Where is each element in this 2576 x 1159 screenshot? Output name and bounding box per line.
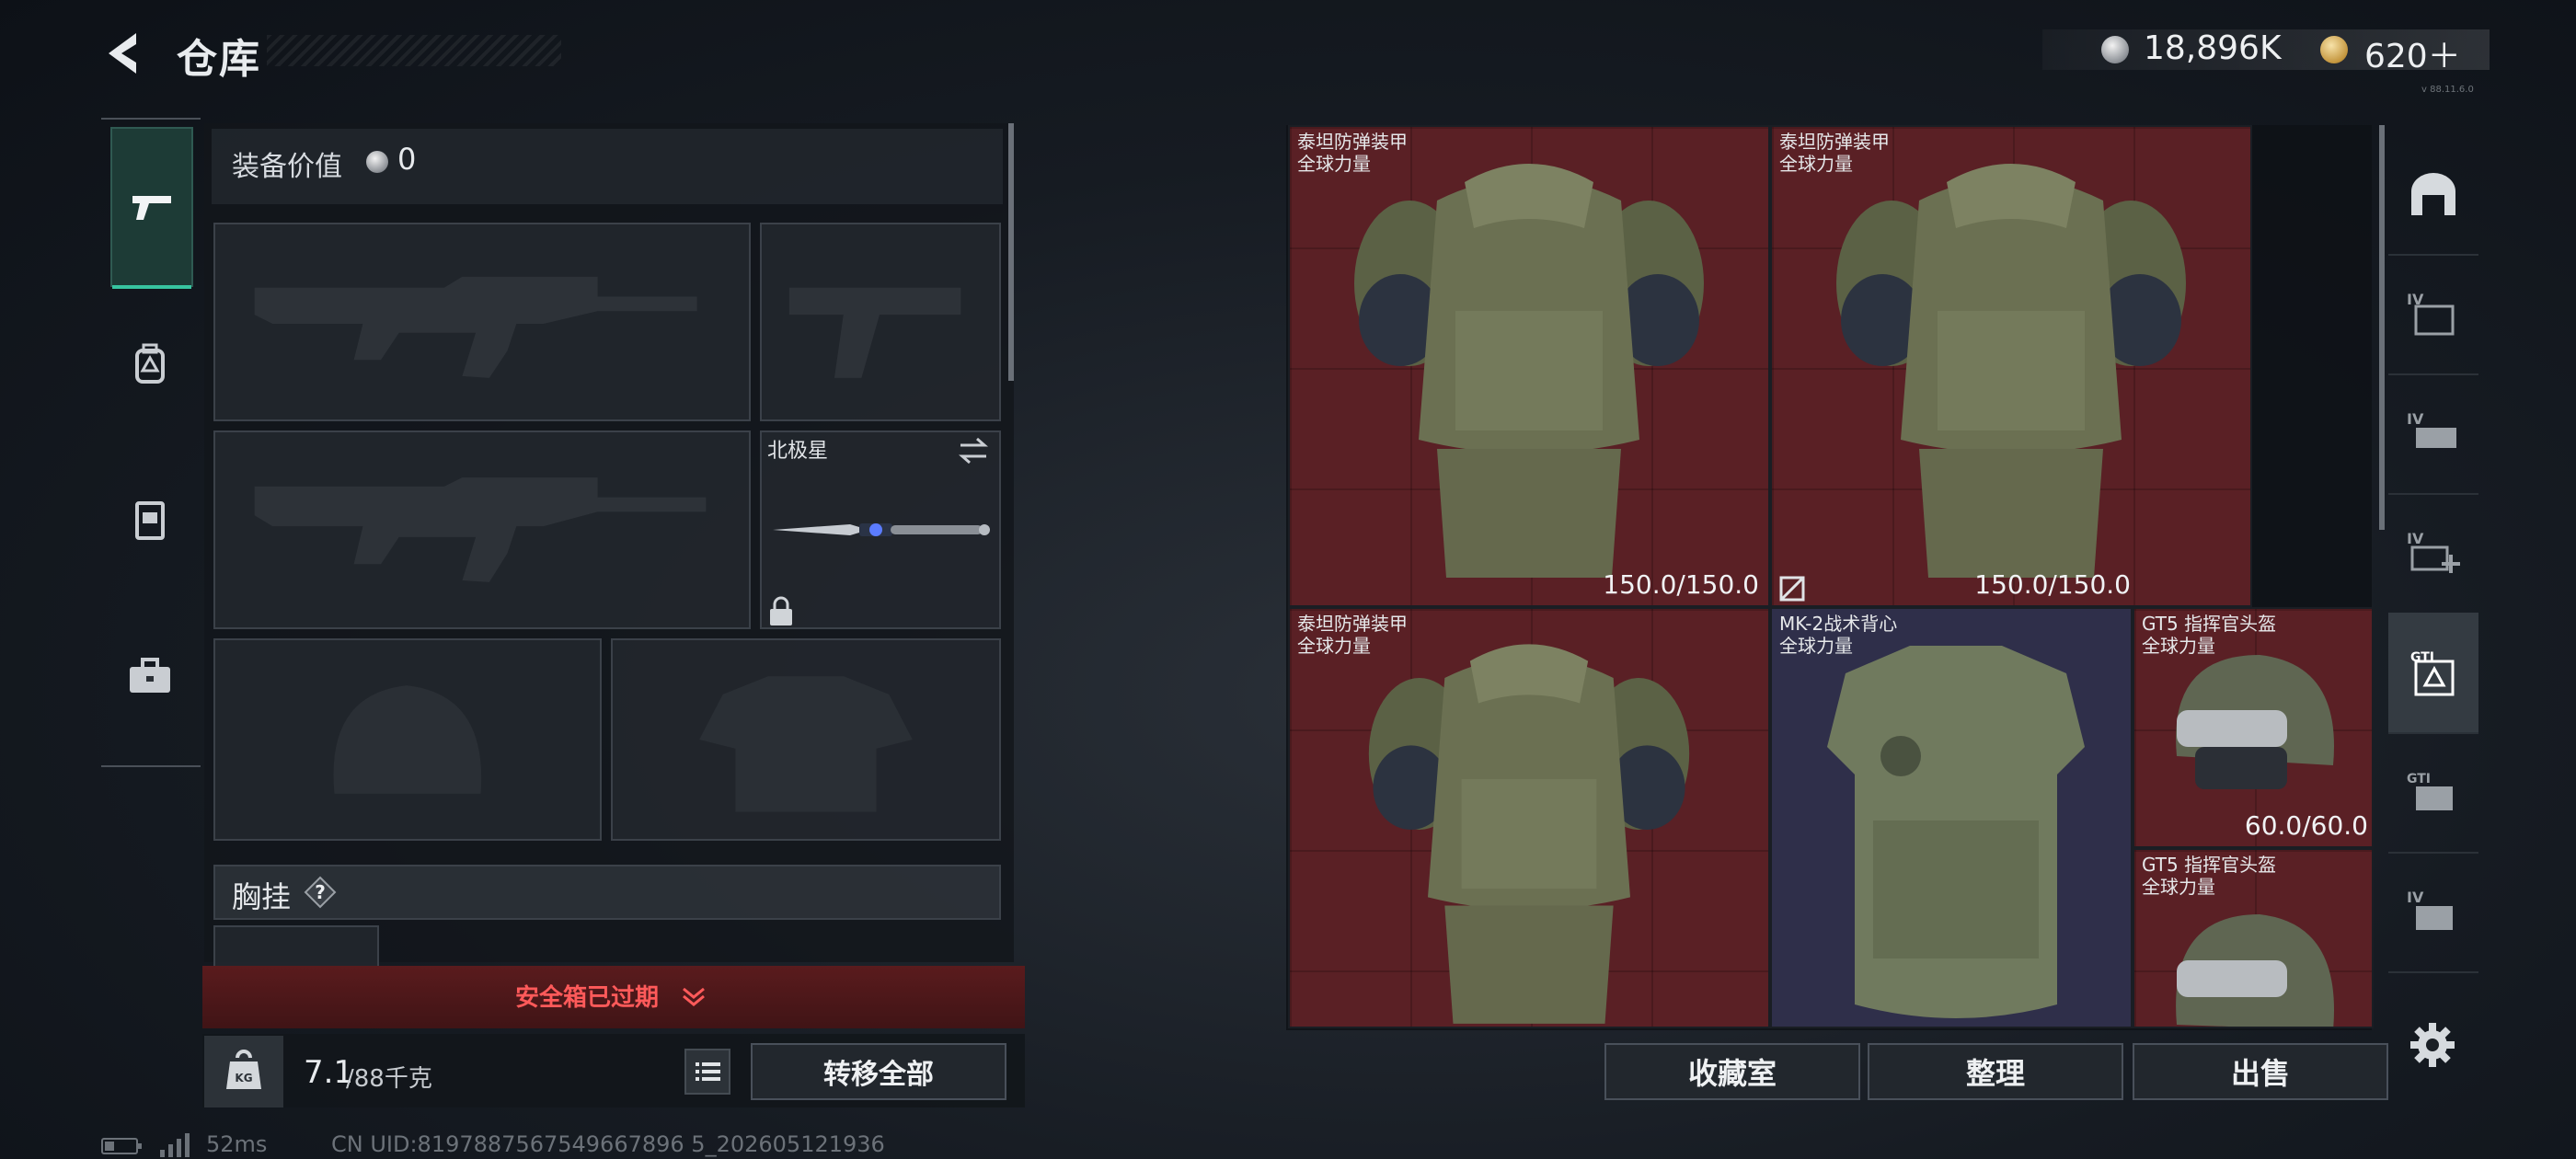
briefcase-icon bbox=[130, 658, 170, 693]
svg-text:GTI: GTI bbox=[2407, 772, 2431, 786]
rifle-silhouette-icon bbox=[254, 477, 707, 582]
pistol-silhouette-icon bbox=[788, 287, 961, 378]
tactical-vest-icon bbox=[1827, 646, 2085, 1018]
helmet-silhouette-icon bbox=[333, 685, 482, 794]
storage-tier-icon: IV bbox=[2407, 889, 2453, 930]
safe-box-status: 安全箱已过期 bbox=[515, 984, 660, 1012]
premium-currency-icon bbox=[2320, 36, 2348, 63]
storage-tier-icon: IV bbox=[2407, 410, 2456, 448]
pistol-icon bbox=[132, 196, 171, 220]
armor-slot[interactable] bbox=[611, 638, 1001, 841]
warehouse-tab-4b[interactable]: IV bbox=[2388, 373, 2478, 495]
title-decoration bbox=[267, 35, 561, 66]
item-name: MK-2战术背心 bbox=[1779, 613, 1898, 635]
warehouse-item[interactable]: GT5 指挥官头盔 全球力量 60.0/60.0 bbox=[2133, 607, 2374, 848]
version-text: v 88.11.6.0 bbox=[2421, 85, 2474, 95]
pistol-slot[interactable] bbox=[760, 223, 1001, 421]
list-view-button[interactable] bbox=[684, 1049, 730, 1095]
warehouse-tab-4[interactable]: IV bbox=[2388, 254, 2478, 375]
primary-weapon-slot-1[interactable] bbox=[213, 223, 751, 421]
transfer-all-button[interactable]: 转移全部 bbox=[751, 1043, 1006, 1100]
armor-silhouette-icon bbox=[699, 676, 913, 812]
melee-name: 北极星 bbox=[767, 440, 829, 463]
item-durability: 60.0/60.0 bbox=[2244, 810, 2368, 841]
warehouse-scrollbar[interactable] bbox=[2379, 125, 2385, 530]
warehouse-tab-gt2[interactable]: GTI bbox=[2388, 732, 2478, 854]
helmet-slot[interactable] bbox=[213, 638, 602, 841]
chevron-down-icon bbox=[683, 987, 705, 1006]
storage-tier-icon: GTI bbox=[2407, 772, 2453, 810]
body-armor-icon bbox=[1836, 164, 2186, 578]
collection-room-button[interactable]: 收藏室 bbox=[1604, 1043, 1860, 1100]
svg-text:IV: IV bbox=[2407, 889, 2424, 906]
coin-icon bbox=[2101, 36, 2129, 63]
svg-text:?: ? bbox=[315, 881, 326, 903]
warehouse-item[interactable]: GT5 指挥官头盔 全球力量 bbox=[2133, 848, 2374, 1028]
vault-icon bbox=[2411, 173, 2455, 215]
back-arrow-icon[interactable] bbox=[99, 26, 144, 81]
warehouse-page-nav: IV IV IV GTI GTI IV bbox=[2388, 125, 2478, 1036]
user-uid: CN UID:8197887567549667896 5_20260512193… bbox=[331, 1131, 885, 1157]
equip-value-label: 装备价值 bbox=[232, 151, 342, 183]
warehouse-tab-home[interactable] bbox=[2388, 134, 2478, 256]
warehouse-item[interactable]: 泰坦防弹装甲 全球力量 150.0/150.0 bbox=[1288, 125, 1770, 607]
warehouse-grid: 泰坦防弹装甲 全球力量 150.0/150.0 泰坦防弹装甲 全球力量 150.0/… bbox=[1288, 125, 2374, 1028]
broken-icon bbox=[1779, 576, 1805, 602]
nav-weapons[interactable] bbox=[110, 127, 193, 289]
warehouse-item[interactable]: MK-2战术背心 全球力量 bbox=[1770, 607, 2133, 1028]
page-title: 仓库 bbox=[177, 36, 261, 83]
item-name: GT5 指挥官头盔 bbox=[2142, 613, 2277, 635]
equip-value: 0 bbox=[397, 142, 417, 177]
helmet-icon bbox=[2176, 914, 2334, 1027]
ping-value: 52ms bbox=[206, 1131, 268, 1157]
weight-max: /88千克 bbox=[346, 1065, 432, 1093]
body-armor-icon bbox=[1354, 164, 1704, 578]
lock-icon bbox=[770, 596, 792, 625]
warehouse-tab-gt[interactable]: GTI bbox=[2388, 613, 2478, 734]
help-icon[interactable]: ? bbox=[304, 876, 337, 909]
coin-icon bbox=[366, 151, 388, 173]
coin-balance: 18,896K bbox=[2144, 29, 2282, 67]
chest-rig-slot[interactable] bbox=[213, 925, 379, 970]
item-faction: 全球力量 bbox=[2142, 876, 2215, 898]
rifle-silhouette-icon bbox=[254, 276, 697, 378]
helmet-icon bbox=[2176, 655, 2334, 789]
warehouse-tab-4c[interactable]: IV bbox=[2388, 852, 2478, 973]
storage-tier-icon: IV bbox=[2407, 291, 2455, 336]
nav-case[interactable] bbox=[110, 598, 190, 754]
loadout-scrollbar[interactable] bbox=[1008, 123, 1014, 381]
svg-text:IV: IV bbox=[2407, 410, 2424, 428]
primary-weapon-slot-2[interactable] bbox=[213, 430, 751, 629]
chest-rig-label: 胸挂 bbox=[232, 879, 292, 914]
warehouse-item[interactable]: 泰坦防弹装甲 全球力量 150.0/150.0 bbox=[1770, 125, 2252, 607]
sort-button[interactable]: 整理 bbox=[1868, 1043, 2123, 1100]
gear-icon[interactable] bbox=[2409, 1021, 2456, 1069]
svg-text:GTI: GTI bbox=[2410, 650, 2434, 665]
loadout-category-nav bbox=[101, 118, 201, 767]
body-armor-icon bbox=[1368, 644, 1690, 1024]
gt-storage-icon: GTI bbox=[2410, 650, 2455, 696]
nav-backpack[interactable] bbox=[110, 285, 190, 442]
item-durability: 150.0/150.0 bbox=[1603, 569, 1759, 600]
item-name: GT5 指挥官头盔 bbox=[2142, 854, 2277, 876]
item-durability: 150.0/150.0 bbox=[1974, 569, 2131, 600]
warehouse-tab-4-add[interactable]: IV bbox=[2388, 493, 2478, 614]
sell-button[interactable]: 出售 bbox=[2133, 1043, 2388, 1100]
backpack-icon bbox=[135, 343, 165, 384]
battery-icon bbox=[101, 1138, 142, 1154]
nav-vest[interactable] bbox=[110, 442, 190, 598]
knife-icon bbox=[773, 523, 990, 536]
list-icon bbox=[696, 1062, 720, 1081]
signal-icon bbox=[160, 1133, 190, 1157]
warehouse-item[interactable]: 泰坦防弹装甲 全球力量 bbox=[1288, 607, 1770, 1028]
svg-text:IV: IV bbox=[2407, 530, 2424, 547]
vest-icon bbox=[135, 501, 165, 540]
weight-icon: KG bbox=[226, 1050, 261, 1089]
storage-add-icon: IV bbox=[2407, 530, 2460, 573]
swap-icon[interactable] bbox=[957, 436, 990, 465]
svg-text:KG: KG bbox=[235, 1072, 252, 1084]
premium-balance[interactable]: 620＋ bbox=[2364, 29, 2461, 77]
